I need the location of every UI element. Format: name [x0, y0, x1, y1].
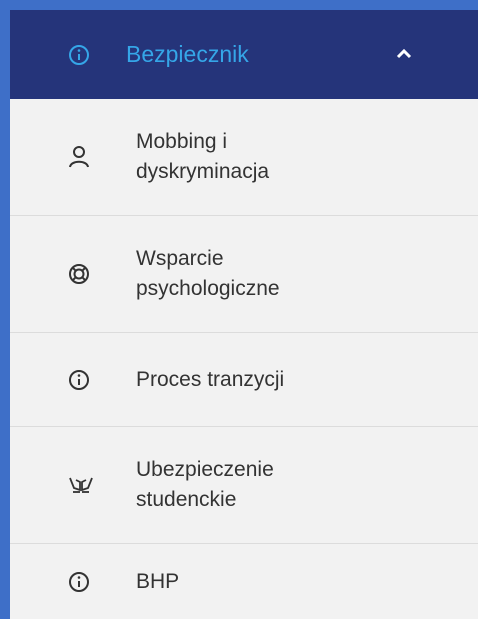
info-icon [68, 571, 90, 593]
person-icon [68, 145, 90, 169]
menu-item-label: Wsparcie psychologiczne [136, 247, 280, 300]
lifebuoy-icon [68, 263, 90, 285]
menu-section-header-bezpiecznik[interactable]: Bezpiecznik [10, 10, 478, 99]
info-icon [68, 44, 90, 66]
menu-item-label: BHP [136, 569, 180, 593]
sidebar-menu: Bezpiecznik Mobbing i dyskryminacja Wspa… [10, 10, 478, 619]
menu-item-proces-tranzycji[interactable]: Proces tranzycji [10, 333, 478, 427]
info-icon [68, 369, 90, 391]
menu-item-bhp[interactable]: BHP [10, 544, 478, 619]
menu-item-ubezpieczenie[interactable]: Ubezpieczenie studenckie [10, 427, 478, 544]
helping-hands-icon [68, 474, 94, 496]
menu-item-mobbing[interactable]: Mobbing i dyskryminacja [10, 99, 478, 216]
chevron-up-icon[interactable] [394, 44, 414, 64]
menu-item-wsparcie[interactable]: Wsparcie psychologiczne [10, 216, 478, 333]
section-title: Bezpiecznik [126, 41, 249, 67]
menu-item-label: Mobbing i dyskryminacja [136, 130, 270, 183]
menu-item-label: Ubezpieczenie studenckie [136, 458, 274, 511]
menu-item-label: Proces tranzycji [136, 367, 285, 391]
